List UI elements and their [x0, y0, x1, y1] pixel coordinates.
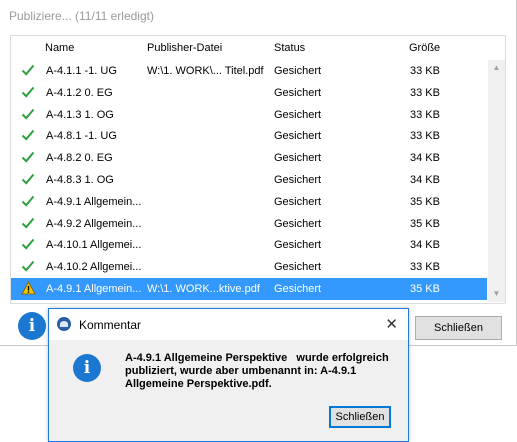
status-cell: Gesichert [274, 217, 322, 230]
check-icon [21, 216, 35, 230]
size-cell: 34 KB [410, 152, 440, 165]
column-header-file[interactable]: Publisher-Datei [147, 42, 222, 54]
window-title: Publiziere... (11/11 erledigt) [9, 9, 154, 23]
size-cell: 33 KB [410, 108, 440, 121]
status-cell: Gesichert [274, 173, 322, 186]
size-cell: 33 KB [410, 65, 440, 77]
name-cell: A-4.9.1 Allgemein... [46, 195, 142, 208]
vertical-scrollbar[interactable]: ▲ ▼ [488, 60, 505, 302]
app-logo-icon [57, 317, 71, 331]
check-icon [21, 85, 35, 99]
table-row[interactable]: A-4.10.2 Allgemei... Gesichert 33 KB [11, 256, 487, 278]
status-cell: Gesichert [274, 152, 322, 165]
name-cell: A-4.9.1 Allgemein... [46, 282, 142, 295]
info-icon: i [73, 354, 101, 382]
table-row[interactable]: A-4.9.2 Allgemein... Gesichert 35 KB [11, 213, 487, 235]
name-cell: A-4.8.1 -1. UG [46, 130, 117, 143]
comment-dialog: Kommentar ✕ i A-4.9.1 Allgemeine Perspek… [48, 308, 409, 442]
table-row[interactable]: A-4.1.2 0. EG Gesichert 33 KB [11, 82, 487, 104]
size-cell: 34 KB [410, 173, 440, 186]
dialog-title: Kommentar [79, 318, 142, 332]
publish-list[interactable]: Name Publisher-Datei Status Größe A-4.1.… [10, 35, 506, 304]
table-row[interactable]: A-4.9.1 Allgemein... W:\1. WORK...ktive.p… [11, 277, 487, 300]
scroll-up-arrow-icon[interactable]: ▲ [488, 60, 505, 76]
table-row[interactable]: A-4.8.3 1. OG Gesichert 34 KB [11, 169, 487, 191]
check-icon [21, 128, 35, 142]
dialog-message-line: Allgemeine Perspektive.pdf. [125, 378, 272, 390]
file-cell: W:\1. WORK\... Titel.pdf [147, 65, 264, 77]
check-icon [21, 63, 35, 77]
table-row[interactable]: A-4.1.3 1. OG Gesichert 33 KB [11, 104, 487, 126]
table-row[interactable]: A-4.10.1 Allgemei... Gesichert 34 KB [11, 234, 487, 256]
status-cell: Gesichert [274, 108, 322, 121]
status-cell: Gesichert [274, 130, 322, 143]
status-cell: Gesichert [274, 239, 322, 252]
name-cell: A-4.8.2 0. EG [46, 152, 113, 165]
size-cell: 35 KB [410, 195, 440, 208]
column-header-name[interactable]: Name [45, 42, 74, 54]
dialog-body: i A-4.9.1 Allgemeine Perspektive wurde e… [49, 340, 408, 441]
status-cell: Gesichert [274, 65, 322, 77]
name-cell: A-4.8.3 1. OG [46, 173, 114, 186]
size-cell: 35 KB [410, 282, 440, 295]
name-cell: A-4.1.2 0. EG [46, 86, 113, 99]
name-cell: A-4.1.1 -1. UG [46, 65, 117, 77]
check-icon [21, 237, 35, 251]
check-icon [21, 150, 35, 164]
status-cell: Gesichert [274, 195, 322, 208]
column-header-size[interactable]: Größe [409, 42, 440, 54]
dialog-message-line: publiziert, wurde aber umbenannt in: A-4… [125, 365, 357, 377]
dialog-titlebar[interactable]: Kommentar ✕ [49, 309, 408, 340]
table-row[interactable]: A-4.1.1 -1. UG W:\1. WORK\... Titel.pdf Ge… [11, 60, 487, 82]
status-cell: Gesichert [274, 282, 322, 295]
publish-rows: A-4.1.1 -1. UG W:\1. WORK\... Titel.pdf Ge… [11, 60, 487, 300]
scroll-down-arrow-icon[interactable]: ▼ [488, 286, 505, 302]
name-cell: A-4.1.3 1. OG [46, 108, 114, 121]
dialog-message: A-4.9.1 Allgemeine Perspektive wurde erf… [125, 352, 395, 391]
size-cell: 33 KB [410, 130, 440, 143]
file-cell: W:\1. WORK...ktive.pdf [147, 282, 260, 295]
info-icon: i [18, 312, 46, 340]
check-icon [21, 259, 35, 273]
table-row[interactable]: A-4.8.2 0. EG Gesichert 34 KB [11, 147, 487, 169]
close-icon[interactable]: ✕ [385, 315, 398, 333]
table-row[interactable]: A-4.8.1 -1. UG Gesichert 33 KB [11, 125, 487, 147]
name-cell: A-4.10.2 Allgemei... [46, 261, 142, 274]
check-icon [21, 194, 35, 208]
size-cell: 33 KB [410, 86, 440, 99]
check-icon [21, 107, 35, 121]
dialog-message-line: A-4.9.1 Allgemeine Perspektive wurde erf… [125, 352, 389, 364]
check-icon [21, 172, 35, 186]
name-cell: A-4.10.1 Allgemei... [46, 239, 142, 252]
publish-window: Publiziere... (11/11 erledigt) Name Publ… [0, 0, 517, 346]
name-cell: A-4.9.2 Allgemein... [46, 217, 142, 230]
status-cell: Gesichert [274, 261, 322, 274]
size-cell: 33 KB [410, 261, 440, 274]
status-cell: Gesichert [274, 86, 322, 99]
warning-icon [21, 281, 36, 295]
close-button[interactable]: Schließen [415, 316, 502, 340]
table-row[interactable]: A-4.9.1 Allgemein... Gesichert 35 KB [11, 191, 487, 213]
size-cell: 34 KB [410, 239, 440, 252]
column-header-status[interactable]: Status [274, 42, 305, 54]
size-cell: 35 KB [410, 217, 440, 230]
dialog-close-button[interactable]: Schließen [329, 406, 391, 428]
